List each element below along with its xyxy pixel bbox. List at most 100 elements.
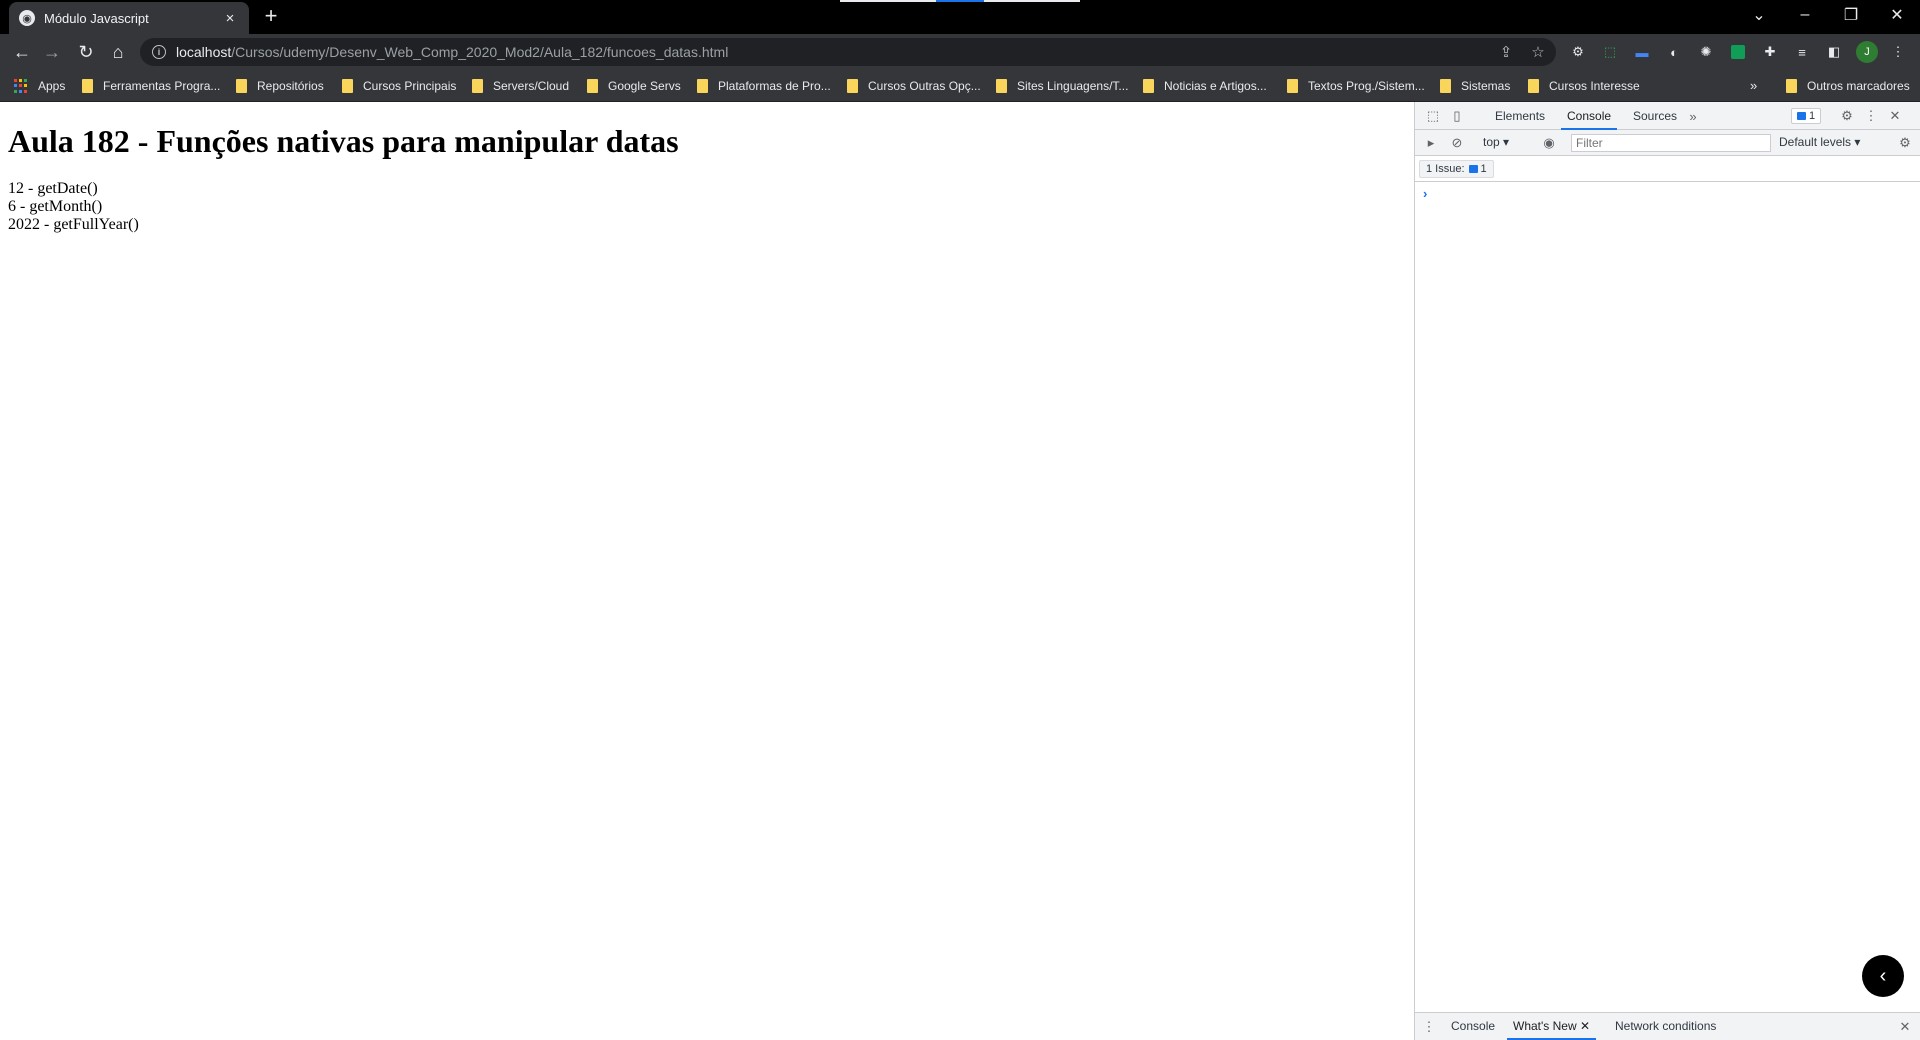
devtools-tabbar: ⬚ ▯ Elements Console Sources » 1 ⚙ ⋮ ✕ (1415, 102, 1920, 130)
tab-sources[interactable]: Sources (1627, 102, 1683, 130)
close-window-button[interactable]: ✕ (1874, 0, 1920, 30)
bookmark-other[interactable]: Outros marcadores (1786, 78, 1910, 94)
bookmarks-overflow-button[interactable]: » (1750, 78, 1757, 93)
side-panel-icon[interactable]: ◧ (1826, 44, 1842, 60)
browser-tab[interactable]: ◉ Módulo Javascript × (9, 2, 249, 34)
home-icon: ⌂ (112, 41, 124, 62)
context-select[interactable]: top ▾ (1483, 135, 1509, 149)
tab-search-button[interactable]: ⌄ (1736, 0, 1782, 30)
close-tab-icon[interactable]: ✕ (1580, 1019, 1590, 1033)
new-tab-button[interactable]: + (259, 5, 283, 29)
reading-list-icon[interactable]: ≡ (1794, 44, 1810, 60)
folder-icon (1440, 79, 1451, 93)
folder-icon (1786, 79, 1797, 93)
extension-react-icon[interactable]: ✺ (1698, 44, 1714, 60)
bookmark-label: Sites Linguagens/T... (1017, 79, 1129, 93)
clear-console-icon[interactable]: ⊘ (1449, 135, 1465, 151)
extension-green-icon[interactable] (1730, 44, 1746, 60)
bookmark-folder[interactable]: Repositórios (236, 78, 324, 94)
bookmark-folder[interactable]: Sites Linguagens/T... (996, 78, 1128, 94)
bookmark-label: Cursos Principais (363, 79, 457, 93)
folder-icon (82, 79, 93, 93)
profile-avatar[interactable]: J (1856, 41, 1878, 63)
close-devtools-icon[interactable]: ✕ (1887, 108, 1903, 124)
bookmark-folder[interactable]: Sistemas (1440, 78, 1510, 94)
minimize-button[interactable]: – (1782, 0, 1828, 30)
bookmark-label: Noticias e Artigos... (1164, 79, 1267, 93)
bookmark-folder[interactable]: Cursos Principais (342, 78, 456, 94)
drawer-menu-icon[interactable]: ⋮ (1421, 1019, 1437, 1035)
address-bar[interactable]: i localhost/Cursos/udemy/Desenv_Web_Comp… (140, 38, 1556, 66)
folder-icon (587, 79, 598, 93)
bookmark-folder[interactable]: Cursos Outras Opç... (847, 78, 981, 94)
bookmark-folder[interactable]: Plataformas de Pro... (697, 78, 831, 94)
tab-close-icon[interactable]: × (221, 10, 239, 27)
extensions-puzzle-icon[interactable]: ✚ (1762, 44, 1778, 60)
extension-screen-icon[interactable]: ▬ (1634, 44, 1650, 60)
context-label: top (1483, 135, 1500, 149)
share-icon[interactable]: ⇪ (1494, 40, 1518, 64)
chevron-left-icon: ‹ (1879, 964, 1887, 987)
sidebar-toggle-icon[interactable]: ▸ (1423, 135, 1439, 151)
issues-badge[interactable]: 1 (1791, 108, 1821, 124)
bookmark-apps[interactable]: Apps (14, 78, 65, 94)
device-toolbar-icon[interactable]: ▯ (1449, 108, 1465, 124)
bookmark-folder[interactable]: Noticias e Artigos... (1143, 78, 1267, 94)
output-line: 2022 - getFullYear() (8, 216, 139, 233)
drawer-tab-console[interactable]: Console (1445, 1013, 1501, 1040)
issues-button[interactable]: 1 Issue: 1 (1419, 160, 1494, 178)
output-line: 12 - getDate() (8, 180, 98, 197)
bookmark-label: Google Servs (608, 79, 681, 93)
bookmark-label: Servers/Cloud (493, 79, 570, 93)
bookmark-folder[interactable]: Textos Prog./Sistem... (1287, 78, 1425, 94)
console-filter-input[interactable] (1571, 134, 1771, 152)
live-expression-eye-icon[interactable]: ◉ (1541, 135, 1557, 151)
devtools-drawer: ⋮ Console What's New ✕ Network condition… (1415, 1012, 1920, 1040)
home-button[interactable]: ⌂ (104, 39, 132, 65)
bookmark-folder[interactable]: Servers/Cloud (472, 78, 569, 94)
inspect-element-icon[interactable]: ⬚ (1425, 108, 1441, 124)
restore-button[interactable]: ❐ (1828, 0, 1874, 30)
bookmark-label: Cursos Outras Opç... (868, 79, 981, 93)
close-drawer-icon[interactable]: ✕ (1897, 1019, 1913, 1035)
bookmark-folder[interactable]: Google Servs (587, 78, 681, 94)
url-host: localhost (176, 44, 232, 60)
reload-button[interactable]: ↻ (72, 39, 100, 65)
issues-label: 1 Issue: (1426, 163, 1465, 175)
output-line: 6 - getMonth() (8, 198, 103, 215)
forward-button[interactable]: → (38, 39, 66, 65)
bookmark-label: Ferramentas Progra... (103, 79, 221, 93)
tab-drag-indicator (840, 0, 1080, 2)
console-settings-icon[interactable]: ⚙ (1897, 135, 1913, 151)
back-button[interactable]: ← (8, 39, 36, 65)
floating-collapse-button[interactable]: ‹ (1862, 955, 1904, 997)
extension-capture-icon[interactable]: ⬚ (1602, 44, 1618, 60)
tab-strip: ◉ Módulo Javascript × + ⌄ – ❐ ✕ (0, 0, 1920, 34)
tab-elements[interactable]: Elements (1489, 102, 1551, 130)
bookmark-star-icon[interactable]: ☆ (1526, 40, 1550, 64)
log-levels-select[interactable]: Default levels ▾ (1779, 135, 1860, 149)
devtools-menu-icon[interactable]: ⋮ (1863, 108, 1879, 124)
extension-gear-icon[interactable]: ⚙ (1570, 44, 1586, 60)
menu-kebab-icon[interactable]: ⋮ (1890, 44, 1906, 60)
bookmark-label: Repositórios (257, 79, 324, 93)
more-tabs-icon[interactable]: » (1685, 108, 1701, 124)
issues-badge-count: 1 (1808, 110, 1816, 122)
folder-icon (1287, 79, 1298, 93)
bookmark-folder[interactable]: Cursos Interesse (1528, 78, 1640, 94)
tab-console[interactable]: Console (1561, 102, 1618, 130)
settings-gear-icon[interactable]: ⚙ (1839, 108, 1855, 124)
console-prompt[interactable]: › (1423, 186, 1427, 201)
drawer-tab-whats-new[interactable]: What's New ✕ (1507, 1013, 1597, 1040)
bookmark-folder[interactable]: Ferramentas Progra... (82, 78, 220, 94)
devtools-panel: ⬚ ▯ Elements Console Sources » 1 ⚙ ⋮ ✕ ▸… (1414, 102, 1920, 1040)
console-toolbar: ▸ ⊘ top ▾ ◉ Default levels ▾ ⚙ (1415, 130, 1920, 156)
drawer-tab-network-conditions[interactable]: Network conditions (1609, 1013, 1722, 1040)
site-info-icon[interactable]: i (152, 45, 166, 59)
bookmark-label: Outros marcadores (1807, 79, 1910, 93)
extension-circle-icon[interactable]: ◐ (1666, 44, 1682, 60)
folder-icon (472, 79, 483, 93)
log-levels-label: Default levels (1779, 135, 1852, 149)
issues-count: 1 (1480, 163, 1487, 175)
page-heading: Aula 182 - Funções nativas para manipula… (8, 123, 679, 159)
